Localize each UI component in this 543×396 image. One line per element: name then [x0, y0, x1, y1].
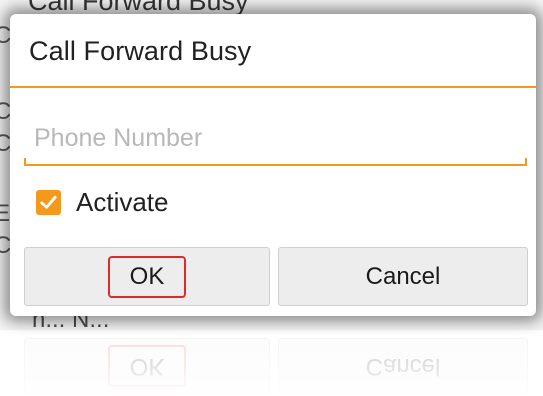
ok-button[interactable]: OK — [24, 247, 270, 306]
activate-checkbox-row[interactable]: Activate — [36, 186, 169, 218]
cancel-button[interactable]: Cancel — [278, 247, 528, 306]
screen: Call Forward Busy C C C E C n... N... Ca… — [0, 0, 543, 396]
check-icon — [40, 195, 57, 209]
dialog-reflection: OK Cancel — [10, 318, 536, 396]
cancel-button-label: Cancel — [365, 262, 441, 290]
dialog-title: Call Forward Busy — [29, 36, 252, 66]
activate-label: Activate — [76, 186, 169, 217]
reflection-fade — [10, 318, 536, 396]
call-forward-dialog: Call Forward Busy Activate OK Cancel — [10, 14, 536, 316]
background-list-char: E — [0, 200, 11, 227]
phone-number-input[interactable] — [24, 112, 527, 164]
title-divider — [10, 86, 536, 88]
input-underline — [24, 158, 527, 166]
activate-checkbox[interactable] — [36, 189, 61, 215]
ok-button-label: OK — [107, 255, 187, 298]
